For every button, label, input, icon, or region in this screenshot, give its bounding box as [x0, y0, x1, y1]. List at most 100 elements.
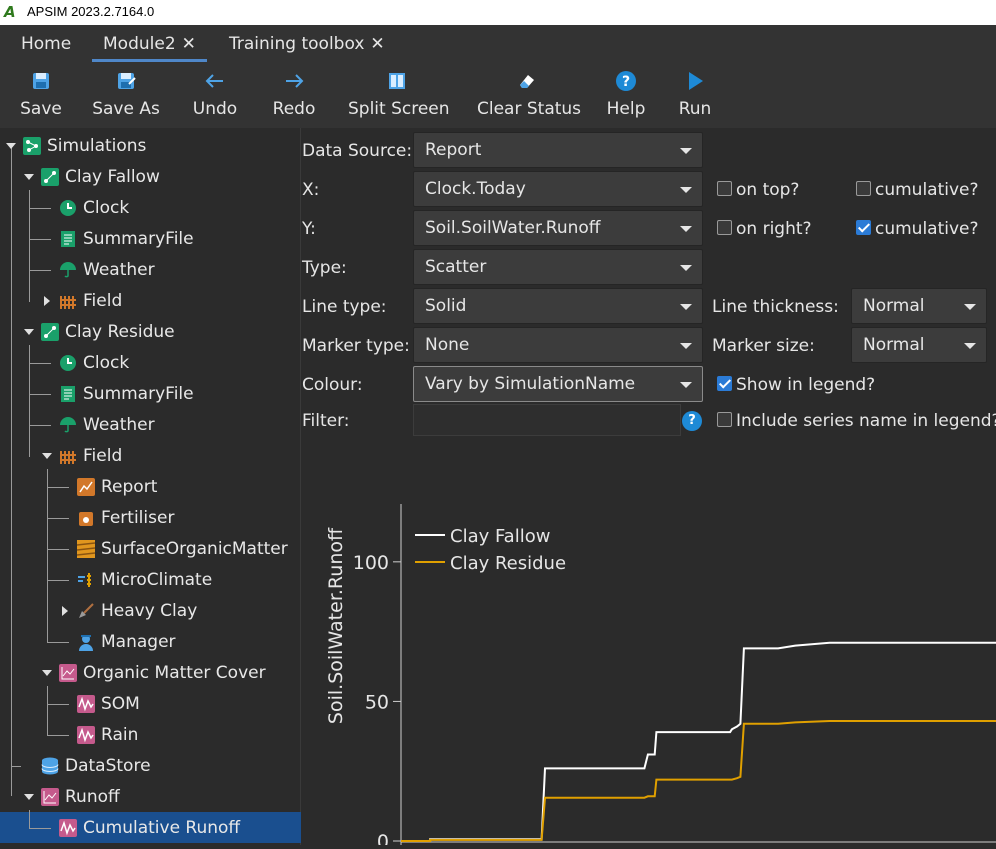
tab-home[interactable]: Home: [21, 25, 71, 62]
legend-label: Clay Residue: [450, 553, 566, 574]
save-icon: [33, 73, 49, 89]
tree-node-summaryfile[interactable]: SummaryFile: [0, 379, 300, 409]
runoff-chart: 0 50 100 Soil.SoilWater.Runoff Clay Fallow Cl…: [302, 448, 996, 849]
undo-button[interactable]: Undo: [190, 62, 240, 128]
filter-help-icon[interactable]: ?: [682, 411, 702, 431]
y-cumulative-checkbox[interactable]: [856, 220, 871, 235]
chevron-down-icon: [680, 226, 692, 232]
tree-node-clock[interactable]: Clock: [0, 193, 300, 223]
x-on-top-label: on top?: [736, 180, 800, 200]
tree-node-weather[interactable]: Weather: [0, 255, 300, 285]
tree-label: SurfaceOrganicMatter: [101, 539, 288, 559]
clock-icon: [60, 355, 76, 371]
marker-size-label: Marker size:: [712, 336, 815, 356]
tree-node-manager[interactable]: Manager: [0, 627, 300, 657]
chevron-down-icon[interactable]: [42, 453, 52, 459]
save-as-icon: [118, 73, 136, 89]
line-thickness-value: Normal: [863, 296, 925, 316]
tree-label: SOM: [101, 694, 140, 714]
include-series-name-checkbox[interactable]: [717, 412, 732, 427]
save-as-button[interactable]: Save As: [92, 62, 160, 128]
tree-label: SummaryFile: [83, 229, 194, 249]
save-as-label: Save As: [92, 99, 160, 119]
chevron-down-icon[interactable]: [24, 329, 34, 335]
tab-module2-label: Module2: [103, 34, 176, 54]
close-icon[interactable]: ✕: [182, 34, 196, 54]
help-button[interactable]: ? Help: [605, 62, 647, 128]
line-type-dropdown[interactable]: Solid: [413, 288, 703, 324]
show-in-legend-label: Show in legend?: [736, 375, 876, 395]
tree-label: Runoff: [65, 787, 120, 807]
tree-node-clay-residue[interactable]: Clay Residue: [0, 317, 300, 347]
marker-type-dropdown[interactable]: None: [413, 327, 703, 363]
series-icon: [59, 819, 77, 837]
marker-type-label: Marker type:: [302, 336, 410, 356]
tree-node-runoff[interactable]: Runoff: [0, 782, 300, 812]
y-tick-label: 0: [377, 831, 389, 845]
chevron-down-icon[interactable]: [24, 794, 34, 800]
x-variable-dropdown[interactable]: Clock.Today: [413, 171, 703, 207]
y-on-right-label: on right?: [736, 219, 812, 239]
tree-node-heavy-clay[interactable]: Heavy Clay: [0, 596, 300, 626]
undo-label: Undo: [192, 99, 238, 119]
y-variable-value: Soil.SoilWater.Runoff: [425, 218, 601, 238]
type-value: Scatter: [425, 257, 487, 277]
tree-node-fertiliser[interactable]: Fertiliser: [0, 503, 300, 533]
tree-node-rain[interactable]: Rain: [0, 720, 300, 750]
chevron-down-icon: [680, 343, 692, 349]
tree-node-datastore[interactable]: DataStore: [0, 751, 300, 781]
tree-node-surfaceorganicmatter[interactable]: SurfaceOrganicMatter: [0, 534, 300, 564]
type-label: Type:: [302, 258, 347, 278]
split-screen-label: Split Screen: [348, 99, 450, 119]
marker-size-dropdown[interactable]: Normal: [851, 327, 987, 363]
chevron-right-icon[interactable]: [44, 296, 50, 306]
tree-node-cumulative-runoff[interactable]: Cumulative Runoff: [0, 813, 300, 843]
line-type-value: Solid: [425, 296, 467, 316]
redo-button[interactable]: Redo: [271, 62, 317, 128]
filter-input[interactable]: [413, 404, 681, 436]
chevron-down-icon[interactable]: [42, 670, 52, 676]
chevron-down-icon: [680, 148, 692, 154]
y-on-right-checkbox[interactable]: [717, 220, 732, 235]
tree-node-field[interactable]: Field: [0, 286, 300, 316]
run-button[interactable]: Run: [677, 62, 713, 128]
y-tick-label: 50: [365, 691, 389, 713]
tree-node-field[interactable]: Field: [0, 441, 300, 471]
series-icon: [77, 726, 95, 744]
save-button[interactable]: Save: [18, 62, 64, 128]
tree-node-weather[interactable]: Weather: [0, 410, 300, 440]
tree-node-clay-fallow[interactable]: Clay Fallow: [0, 162, 300, 192]
graph-icon: [41, 788, 59, 806]
tree-node-clock[interactable]: Clock: [0, 348, 300, 378]
show-in-legend-checkbox[interactable]: [717, 376, 732, 391]
close-icon[interactable]: ✕: [370, 34, 384, 54]
chevron-down-icon: [680, 382, 692, 388]
help-label: Help: [606, 99, 646, 119]
x-on-top-checkbox[interactable]: [717, 181, 732, 196]
tab-training-toolbox[interactable]: Training toolbox ✕: [229, 25, 385, 62]
graph-icon: [59, 664, 77, 682]
legend-label: Clay Fallow: [450, 526, 550, 547]
x-cumulative-checkbox[interactable]: [856, 181, 871, 196]
chevron-down-icon: [680, 265, 692, 271]
chevron-down-icon[interactable]: [24, 174, 34, 180]
colour-dropdown[interactable]: Vary by SimulationName: [413, 366, 703, 402]
tree-node-report[interactable]: Report: [0, 472, 300, 502]
chevron-right-icon[interactable]: [62, 606, 68, 616]
chart-canvas: 0 50 100 Soil.SoilWater.Runoff Clay Fallow Cl…: [325, 504, 996, 849]
tree-node-summaryfile[interactable]: SummaryFile: [0, 224, 300, 254]
clear-status-button[interactable]: Clear Status: [477, 62, 581, 128]
tree-node-simulations[interactable]: Simulations: [0, 131, 300, 161]
tab-module2[interactable]: Module2 ✕: [92, 25, 207, 62]
y-variable-dropdown[interactable]: Soil.SoilWater.Runoff: [413, 210, 703, 246]
line-thickness-dropdown[interactable]: Normal: [851, 288, 987, 324]
tree-node-organic-matter-cover[interactable]: Organic Matter Cover: [0, 658, 300, 688]
umbrella-icon: [60, 262, 76, 278]
type-dropdown[interactable]: Scatter: [413, 249, 703, 285]
tree-node-som[interactable]: SOM: [0, 689, 300, 719]
tree-node-microclimate[interactable]: MicroClimate: [0, 565, 300, 595]
marker-size-value: Normal: [863, 335, 925, 355]
split-screen-button[interactable]: Split Screen: [348, 62, 450, 128]
chevron-down-icon[interactable]: [6, 143, 16, 149]
data-source-dropdown[interactable]: Report: [413, 132, 703, 168]
